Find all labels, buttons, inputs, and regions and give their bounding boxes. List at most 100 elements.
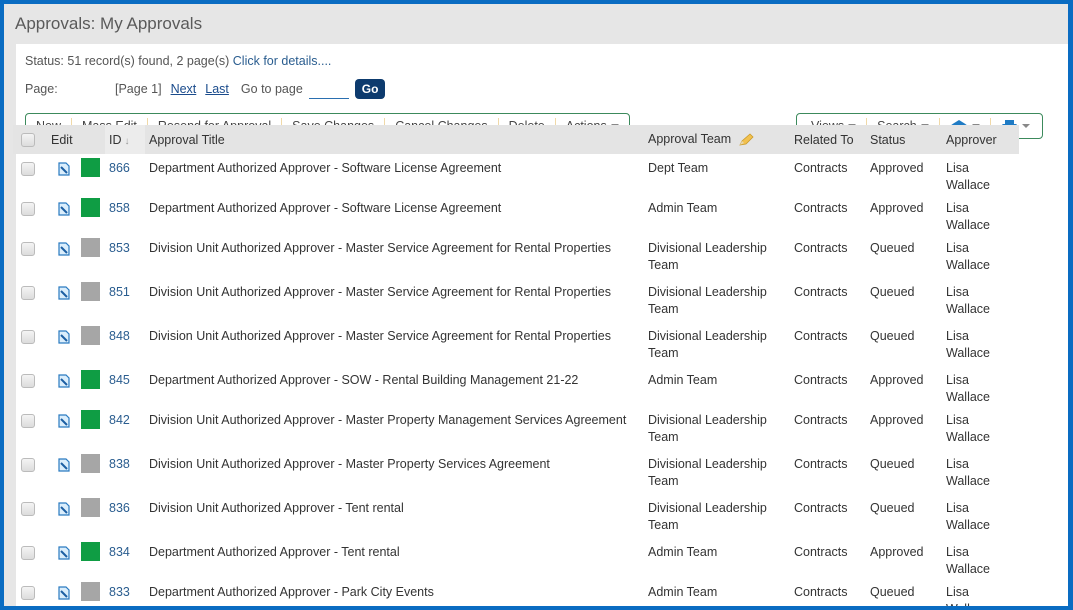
row-checkbox[interactable] [21,373,35,388]
record-id-link[interactable]: 851 [109,285,130,299]
edit-icon[interactable] [57,330,71,344]
row-checkbox[interactable] [21,201,35,216]
row-related: Contracts [794,501,848,515]
status-text: Status: 51 record(s) found, 2 page(s) [25,54,230,68]
record-id-link[interactable]: 838 [109,457,130,471]
last-page-link[interactable]: Last [205,82,229,96]
status-color-indicator [81,158,100,178]
row-id[interactable]: 853 [105,234,145,278]
col-id-label: ID [109,132,122,147]
row-id[interactable]: 838 [105,450,145,494]
row-select-cell [13,366,47,406]
col-related-label: Related To [794,132,854,147]
row-checkbox[interactable] [21,285,35,300]
row-select-cell [13,538,47,578]
row-status: Queued [870,501,915,515]
row-id[interactable]: 845 [105,366,145,406]
row-select-cell [13,494,47,538]
edit-icon[interactable] [57,502,71,516]
row-id[interactable]: 842 [105,406,145,450]
record-id-link[interactable]: 834 [109,545,130,559]
record-id-link[interactable]: 848 [109,329,130,343]
row-related: Contracts [794,201,848,215]
current-page: [Page 1] [115,82,162,96]
record-id-link[interactable]: 845 [109,373,130,387]
record-id-link[interactable]: 833 [109,585,130,599]
row-approver: Lisa Wallace [946,373,990,404]
status-line: Status: 51 record(s) found, 2 page(s) Cl… [25,54,1068,70]
go-button[interactable]: Go [354,79,386,99]
row-team: Dept Team [648,161,709,175]
edit-icon[interactable] [57,202,71,216]
row-edit-cell [47,154,105,194]
row-checkbox[interactable] [21,545,35,560]
record-id-link[interactable]: 858 [109,201,130,215]
row-team: Admin Team [648,585,718,599]
row-id[interactable]: 836 [105,494,145,538]
table-row: 838 Division Unit Authorized Approver - M… [13,450,1019,494]
row-id[interactable]: 834 [105,538,145,578]
row-select-cell [13,154,47,194]
row-title: Division Unit Authorized Approver - Mast… [149,329,612,343]
row-status: Queued [870,329,915,343]
edit-icon[interactable] [57,458,71,472]
row-status: Queued [870,241,915,255]
row-related: Contracts [794,545,848,559]
row-team: Divisional Leadership Team [648,413,767,444]
row-related: Contracts [794,413,848,427]
col-title[interactable]: Approval Title [145,125,644,154]
row-select-cell [13,406,47,450]
goto-page-input[interactable] [308,79,349,99]
col-team[interactable]: Approval Team [644,125,790,154]
row-edit-cell [47,578,105,606]
row-checkbox[interactable] [21,241,35,256]
row-checkbox[interactable] [21,161,35,176]
edit-icon[interactable] [57,286,71,300]
record-id-link[interactable]: 836 [109,501,130,515]
record-id-link[interactable]: 853 [109,241,130,255]
details-link[interactable]: Click for details.... [233,54,332,68]
row-id[interactable]: 866 [105,154,145,194]
table-row: 866 Department Authorized Approver - Soft… [13,154,1019,194]
table-row: 845 Department Authorized Approver - SOW … [13,366,1019,406]
row-edit-cell [47,494,105,538]
row-team: Admin Team [648,201,718,215]
col-id[interactable]: ID ↓ [105,125,145,154]
row-checkbox[interactable] [21,457,35,472]
row-id[interactable]: 851 [105,278,145,322]
edit-icon[interactable] [57,162,71,176]
edit-icon[interactable] [57,546,71,560]
col-status[interactable]: Status [866,125,942,154]
pager: Page: [Page 1] Next Last Go to page Go [25,77,1068,101]
table-row: 848 Division Unit Authorized Approver - M… [13,322,1019,366]
select-all-checkbox[interactable] [21,132,35,147]
row-approver: Lisa Wallace [946,329,990,360]
table-row: 836 Division Unit Authorized Approver - T… [13,494,1019,538]
status-color-indicator [81,454,100,474]
col-related[interactable]: Related To [790,125,866,154]
row-id[interactable]: 848 [105,322,145,366]
col-approver[interactable]: Approver [942,125,1019,154]
row-checkbox[interactable] [21,585,35,600]
row-title: Department Authorized Approver - Softwar… [149,201,502,215]
record-id-link[interactable]: 866 [109,161,130,175]
goto-label: Go to page [240,82,303,96]
row-title: Department Authorized Approver - SOW - R… [149,373,579,387]
row-checkbox[interactable] [21,501,35,516]
row-checkbox[interactable] [21,329,35,344]
approvals-table: Edit ID ↓ Approval Title Approval Team Re… [13,125,1019,606]
record-id-link[interactable]: 842 [109,413,130,427]
row-team: Divisional Leadership Team [648,457,767,488]
pencil-icon[interactable] [738,133,754,147]
row-id[interactable]: 833 [105,578,145,606]
row-related: Contracts [794,329,848,343]
edit-icon[interactable] [57,414,71,428]
edit-icon[interactable] [57,242,71,256]
row-approver: Lisa Wallace [946,545,990,576]
table-row: 842 Division Unit Authorized Approver - M… [13,406,1019,450]
edit-icon[interactable] [57,586,71,600]
next-page-link[interactable]: Next [171,82,197,96]
row-id[interactable]: 858 [105,194,145,234]
row-checkbox[interactable] [21,413,35,428]
edit-icon[interactable] [57,374,71,388]
